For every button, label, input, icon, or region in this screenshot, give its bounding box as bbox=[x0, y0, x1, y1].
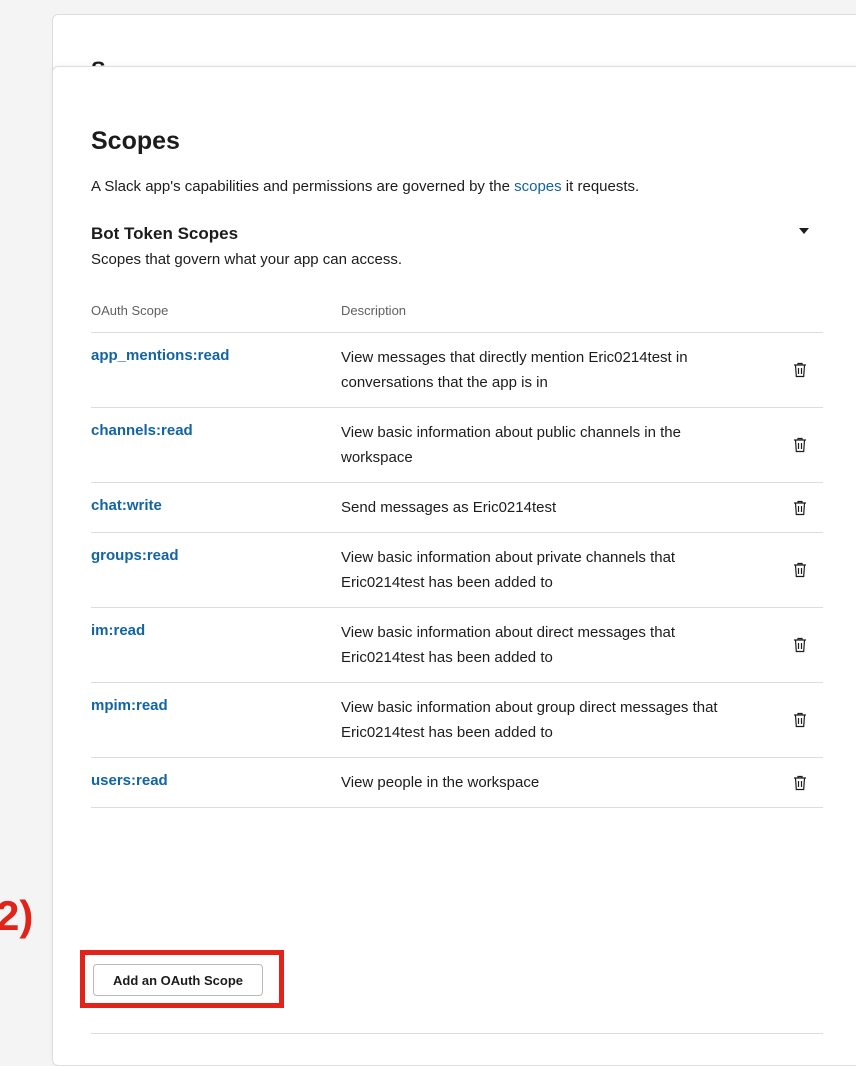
table-row: groups:read View basic information about… bbox=[91, 533, 823, 608]
scope-name[interactable]: mpim:read bbox=[91, 683, 341, 714]
scope-description: View basic information about private cha… bbox=[341, 549, 676, 591]
scope-name[interactable]: channels:read bbox=[91, 408, 341, 439]
column-header-oauth-scope: OAuth Scope bbox=[91, 303, 169, 318]
scope-name[interactable]: im:read bbox=[91, 608, 341, 639]
table-row: users:read View people in the workspace bbox=[91, 758, 823, 808]
trash-icon[interactable] bbox=[793, 437, 807, 453]
scope-description: View people in the workspace bbox=[341, 774, 540, 791]
divider bbox=[91, 1033, 823, 1034]
bot-token-scopes-title: Bot Token Scopes bbox=[91, 224, 239, 243]
trash-icon[interactable] bbox=[793, 712, 807, 728]
page-title: Scopes bbox=[91, 127, 180, 155]
intro-suffix: it requests. bbox=[561, 178, 640, 195]
column-header-description: Description bbox=[341, 303, 407, 318]
scope-name[interactable]: app_mentions:read bbox=[91, 333, 341, 364]
scopes-card: Scopes A Slack app's capabilities and pe… bbox=[52, 66, 856, 1066]
table-row: chat:write Send messages as Eric0214test bbox=[91, 483, 823, 533]
scope-description: Send messages as Eric0214test bbox=[341, 499, 557, 516]
trash-icon[interactable] bbox=[793, 562, 807, 578]
trash-icon[interactable] bbox=[793, 362, 807, 378]
scopes-table: OAuth Scope Description app_mentions:rea… bbox=[91, 303, 823, 808]
scope-description: View basic information about group direc… bbox=[341, 699, 718, 741]
scope-description: View messages that directly mention Eric… bbox=[341, 349, 688, 391]
intro-prefix: A Slack app's capabilities and permissio… bbox=[91, 178, 515, 195]
scope-name[interactable]: chat:write bbox=[91, 483, 341, 514]
scopes-link[interactable]: scopes bbox=[514, 178, 562, 195]
step-annotation-label: 2) bbox=[0, 892, 34, 939]
collapse-caret-icon[interactable] bbox=[799, 228, 809, 234]
bot-token-scopes-subtitle: Scopes that govern what your app can acc… bbox=[91, 251, 403, 268]
trash-icon[interactable] bbox=[793, 637, 807, 653]
table-row: im:read View basic information about dir… bbox=[91, 608, 823, 683]
add-oauth-scope-button[interactable]: Add an OAuth Scope bbox=[93, 964, 263, 996]
scope-name[interactable]: users:read bbox=[91, 758, 341, 789]
trash-icon[interactable] bbox=[793, 775, 807, 791]
scope-name[interactable]: groups:read bbox=[91, 533, 341, 564]
table-row: app_mentions:read View messages that dir… bbox=[91, 333, 823, 408]
table-row: mpim:read View basic information about g… bbox=[91, 683, 823, 758]
scopes-intro-text: A Slack app's capabilities and permissio… bbox=[91, 178, 639, 195]
table-header: OAuth Scope Description bbox=[91, 303, 823, 333]
trash-icon[interactable] bbox=[793, 500, 807, 516]
scope-description: View basic information about public chan… bbox=[341, 424, 681, 466]
table-row: channels:read View basic information abo… bbox=[91, 408, 823, 483]
scope-description: View basic information about direct mess… bbox=[341, 624, 676, 666]
